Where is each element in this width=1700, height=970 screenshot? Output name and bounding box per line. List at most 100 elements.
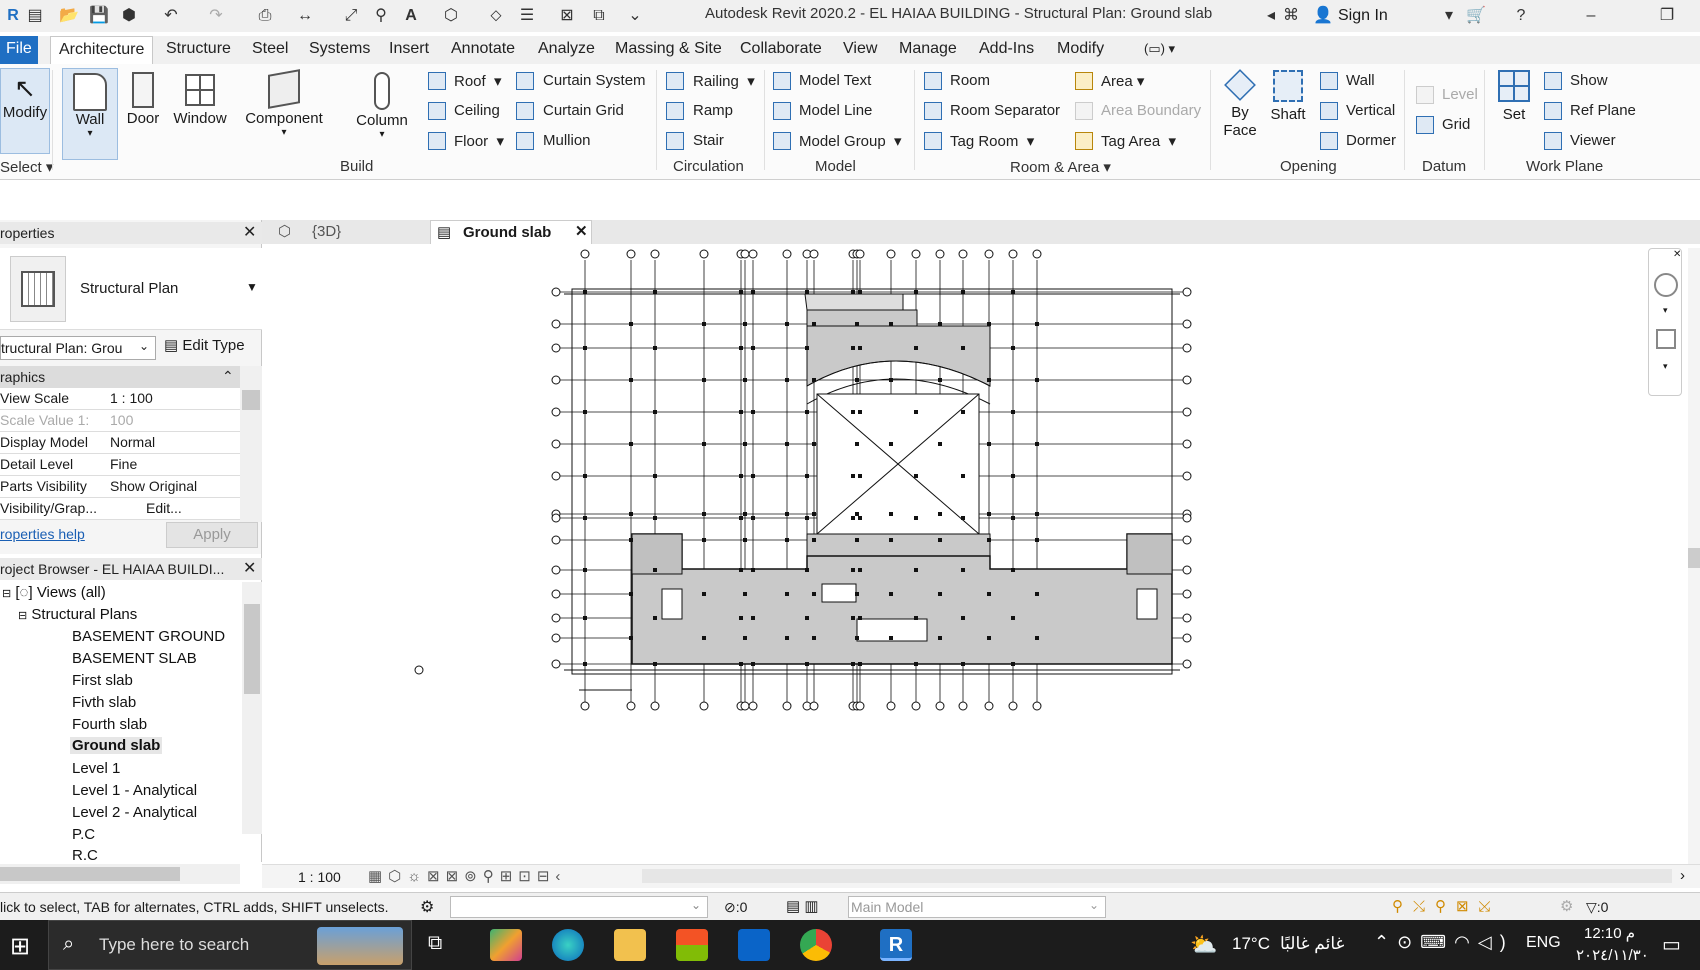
dimension-icon[interactable]: ⤢ (340, 5, 362, 27)
browser-item-active[interactable]: Ground slab (70, 737, 163, 754)
revit-taskbar-icon[interactable]: R (880, 929, 912, 961)
search-arrow-icon[interactable]: ◂ (1260, 5, 1282, 27)
windows-start-icon[interactable]: ⊞ (10, 932, 30, 961)
open-icon[interactable]: 📂 (58, 5, 80, 27)
view-controls-icons[interactable]: ▦⬡☼⊠⊠⊚⚲⊞⊡⊟‹ (368, 867, 566, 885)
zoom-icon[interactable] (1656, 329, 1676, 349)
area-boundary-button[interactable]: Area Boundary (1101, 102, 1201, 119)
tab-collaborate[interactable]: Collaborate (740, 36, 822, 64)
model-text-button[interactable]: Model Text (799, 72, 871, 89)
tab-3d-view[interactable]: ⬡ {3D} (272, 220, 432, 244)
curtain-system-button[interactable]: Curtain System (543, 72, 646, 89)
type-selector[interactable]: Structural Plan ▼ (0, 248, 262, 330)
railing-button[interactable]: Railing ▾ (693, 72, 755, 90)
tab-systems[interactable]: Systems (309, 36, 370, 64)
edit-visibility-button[interactable]: Edit... (146, 500, 182, 516)
sign-in-link[interactable]: Sign In (1338, 7, 1388, 25)
browser-item[interactable]: BASEMENT SLAB (72, 650, 197, 667)
chrome-icon[interactable] (800, 929, 832, 961)
switch-windows-icon[interactable]: ⧉ (588, 5, 610, 27)
browser-item[interactable]: Fivth slab (72, 694, 136, 711)
apply-button[interactable]: Apply (166, 522, 258, 548)
prop-row-detail-level[interactable]: Detail Level Fine (0, 454, 240, 476)
tab-modify[interactable]: Modify (1057, 36, 1104, 64)
level-button[interactable]: Level (1442, 86, 1478, 103)
ref-plane-button[interactable]: Ref Plane (1570, 102, 1636, 119)
steering-wheel-icon[interactable] (1654, 273, 1678, 297)
by-face-button[interactable]: By Face (1220, 69, 1260, 140)
tab-manage[interactable]: Manage (899, 36, 957, 64)
browser-item[interactable]: R.C (72, 847, 98, 861)
column-button[interactable]: Column ▾ (350, 68, 414, 140)
room-area-group-label[interactable]: Room & Area ▾ (1010, 158, 1111, 176)
measure-icon[interactable]: ↔ (294, 5, 316, 27)
user-icon[interactable]: 👤 (1312, 5, 1334, 27)
component-button[interactable]: Component ▾ (244, 68, 324, 138)
help-icon[interactable]: ? (1510, 5, 1532, 27)
model-line-button[interactable]: Model Line (799, 102, 872, 119)
stair-button[interactable]: Stair (693, 132, 724, 149)
close-icon[interactable]: ✕ (243, 222, 256, 242)
viewer-button[interactable]: Viewer (1570, 132, 1616, 149)
curtain-grid-button[interactable]: Curtain Grid (543, 102, 624, 119)
browser-item[interactable]: Level 1 - Analytical (72, 782, 197, 799)
thin-lines-icon[interactable]: ☰ (516, 5, 538, 27)
save-icon[interactable]: 💾 (88, 5, 110, 27)
room-button[interactable]: Room (950, 72, 990, 89)
close-icon[interactable]: ✕ (1673, 249, 1681, 260)
chevron-down-icon[interactable]: ▾ (1663, 305, 1668, 316)
tab-file[interactable]: File (0, 36, 38, 64)
background-processes-icon[interactable]: ⚙ (1560, 897, 1573, 915)
minimize-icon[interactable]: – (1580, 5, 1602, 27)
3d-view-icon[interactable]: ⬡ (440, 5, 462, 27)
room-separator-button[interactable]: Room Separator (950, 102, 1060, 119)
print-icon[interactable]: ⎙ (254, 5, 276, 27)
instance-filter-select[interactable]: tructural Plan: Grou ⌄ (0, 336, 156, 360)
tab-structure[interactable]: Structure (166, 36, 231, 64)
tab-massing-site[interactable]: Massing & Site (615, 36, 722, 64)
dormer-button[interactable]: Dormer (1346, 132, 1396, 149)
edge-icon[interactable] (552, 929, 584, 961)
selection-options-icons[interactable]: ⚲⤯⚲⊠⤩ (1392, 897, 1501, 915)
vertical-opening-button[interactable]: Vertical (1346, 102, 1395, 119)
clock-time[interactable]: 12:10 م (1584, 924, 1635, 942)
drawing-canvas[interactable] (267, 244, 1687, 864)
browser-h-scrollbar[interactable] (0, 864, 240, 884)
browser-item[interactable]: P.C (72, 826, 95, 843)
tab-insert[interactable]: Insert (389, 36, 429, 64)
restore-icon[interactable]: ❐ (1656, 5, 1678, 27)
structural-plans-node[interactable]: ⊟ Structural Plans (18, 606, 137, 623)
prop-row-view-scale[interactable]: View Scale 1 : 100 (0, 388, 240, 410)
graphics-section-header[interactable]: raphics ⌃ (0, 366, 240, 388)
browser-item[interactable]: First slab (72, 672, 133, 689)
weather-temp[interactable]: 17°C (1232, 934, 1270, 954)
editing-requests-icon[interactable]: ▤ ▥ (786, 897, 819, 915)
panel-toggle-icon[interactable]: (▭) ▾ (1144, 36, 1175, 64)
sync-icon[interactable]: ⬢ (118, 5, 140, 27)
chevron-down-icon[interactable]: ▾ (1663, 361, 1668, 372)
area-button[interactable]: Area ▾ (1101, 72, 1144, 90)
prop-row-visibility-graphics[interactable]: Visibility/Grap... Edit... (0, 498, 240, 520)
edit-type-button[interactable]: ▤ Edit Type (164, 336, 260, 360)
view-scale-button[interactable]: 1 : 100 (298, 869, 341, 885)
window-button[interactable]: Window (170, 68, 230, 127)
browser-item[interactable]: BASEMENT GROUND (72, 628, 225, 645)
ceiling-button[interactable]: Ceiling (454, 102, 500, 119)
shaft-button[interactable]: Shaft (1266, 70, 1310, 123)
workset-select[interactable]: ⌄ (450, 896, 708, 918)
chevron-right-icon[interactable]: › (1680, 867, 1685, 884)
outlook-icon[interactable] (738, 929, 770, 961)
clock-date[interactable]: ٢٠٢٤/١١/٣٠ (1576, 946, 1649, 964)
notifications-icon[interactable]: ▭ (1662, 932, 1681, 957)
cart-icon[interactable]: 🛒 (1465, 5, 1487, 27)
tab-analyze[interactable]: Analyze (538, 36, 595, 64)
filter-count[interactable]: ▽:0 (1586, 899, 1608, 916)
system-tray-icons[interactable]: ⌃⊙⌨◠◁) (1374, 932, 1514, 953)
undo-icon[interactable]: ↶ (160, 5, 182, 27)
wall-button[interactable]: Wall ▾ (62, 68, 118, 160)
tag-area-button[interactable]: Tag Area ▾ (1101, 132, 1176, 150)
dropdown-icon[interactable]: ▾ (1438, 5, 1460, 27)
door-button[interactable]: Door (124, 68, 162, 127)
ramp-button[interactable]: Ramp (693, 102, 733, 119)
weather-text[interactable]: غائم غالبًا (1280, 934, 1344, 954)
